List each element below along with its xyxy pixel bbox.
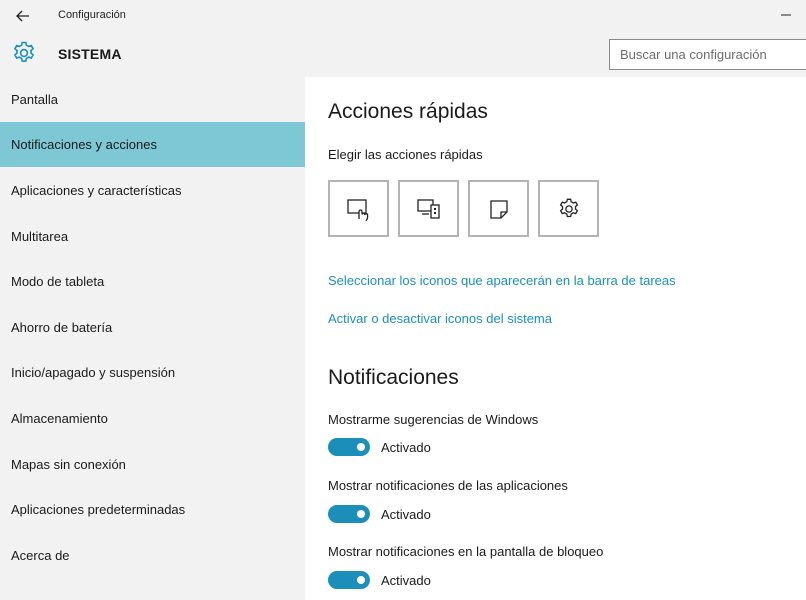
setting-row-lock-screen-notifications: Activado xyxy=(328,571,431,589)
app-notifications-toggle[interactable] xyxy=(328,505,370,523)
quick-actions-tiles xyxy=(328,180,608,237)
setting-label-windows-tips: Mostrarme sugerencias de Windows xyxy=(328,412,539,427)
sidebar-item-label: Pantalla xyxy=(11,92,58,107)
sidebar-item-aplicaciones-predeterminadas[interactable]: Aplicaciones predeterminadas xyxy=(0,487,305,532)
toggle-state-label: Activado xyxy=(381,506,431,522)
page-header: SISTEMA xyxy=(0,32,806,77)
title-bar: Configuración xyxy=(0,0,806,32)
sidebar-item-label: Mapas sin conexión xyxy=(11,457,126,472)
sidebar-item-aplicaciones-y-caracteristicas[interactable]: Aplicaciones y características xyxy=(0,168,305,213)
quick-action-note[interactable] xyxy=(468,180,529,237)
sidebar-item-label: Almacenamiento xyxy=(11,411,108,426)
sidebar-item-label: Ahorro de batería xyxy=(11,320,113,335)
sidebar-item-label: Aplicaciones predeterminadas xyxy=(11,502,186,517)
connect-icon xyxy=(416,198,440,219)
sidebar-item-almacenamiento[interactable]: Almacenamiento xyxy=(0,396,305,441)
quick-actions-subheading: Elegir las acciones rápidas xyxy=(328,147,483,162)
sidebar-item-label: Aplicaciones y características xyxy=(11,183,182,198)
back-arrow-icon xyxy=(16,10,29,22)
search-input[interactable] xyxy=(620,47,806,62)
sidebar-item-mapas-sin-conexion[interactable]: Mapas sin conexión xyxy=(0,442,305,487)
sidebar-item-acerca-de[interactable]: Acerca de xyxy=(0,533,305,578)
toggle-knob xyxy=(357,576,365,584)
setting-label-lock-screen-notifications: Mostrar notificaciones en la pantalla de… xyxy=(328,544,604,559)
sidebar-item-label: Notificaciones y acciones xyxy=(11,137,157,152)
sidebar-item-inicio-apagado[interactable]: Inicio/apagado y suspensión xyxy=(0,350,305,395)
sidebar: Pantalla Notificaciones y acciones Aplic… xyxy=(0,77,305,600)
settings-icon xyxy=(559,198,578,217)
quick-action-connect[interactable] xyxy=(398,180,459,237)
sidebar-item-notificaciones-y-acciones[interactable]: Notificaciones y acciones xyxy=(0,122,305,167)
lock-screen-notifications-toggle[interactable] xyxy=(328,571,370,589)
quick-action-tablet-mode[interactable] xyxy=(328,180,389,237)
page-title: SISTEMA xyxy=(58,46,122,62)
sidebar-item-label: Acerca de xyxy=(11,548,70,563)
system-icons-link[interactable]: Activar o desactivar iconos del sistema xyxy=(328,311,552,326)
note-icon xyxy=(489,199,508,219)
sidebar-item-pantalla[interactable]: Pantalla xyxy=(0,77,305,122)
sidebar-item-label: Multitarea xyxy=(11,229,69,244)
quick-actions-heading: Acciones rápidas xyxy=(328,100,488,123)
gear-icon xyxy=(11,40,37,66)
minimize-button[interactable] xyxy=(766,4,806,26)
toggle-knob xyxy=(357,443,365,451)
toggle-knob xyxy=(357,510,365,518)
taskbar-icons-link[interactable]: Seleccionar los iconos que aparecerán en… xyxy=(328,273,676,288)
sidebar-item-modo-de-tableta[interactable]: Modo de tableta xyxy=(0,259,305,304)
back-button[interactable] xyxy=(10,5,36,27)
sidebar-item-label: Modo de tableta xyxy=(11,274,105,289)
tablet-mode-icon xyxy=(346,198,368,221)
quick-action-settings[interactable] xyxy=(538,180,599,237)
sidebar-item-ahorro-de-bateria[interactable]: Ahorro de batería xyxy=(0,305,305,350)
setting-row-app-notifications: Activado xyxy=(328,505,431,523)
sidebar-item-multitarea[interactable]: Multitarea xyxy=(0,214,305,259)
app-title: Configuración xyxy=(58,9,126,21)
setting-label-app-notifications: Mostrar notificaciones de las aplicacion… xyxy=(328,478,568,493)
sidebar-item-label: Inicio/apagado y suspensión xyxy=(11,365,176,380)
toggle-state-label: Activado xyxy=(381,439,431,455)
notifications-heading: Notificaciones xyxy=(328,366,459,389)
toggle-state-label: Activado xyxy=(381,572,431,588)
search-box[interactable] xyxy=(609,39,806,70)
windows-tips-toggle[interactable] xyxy=(328,438,370,456)
minimize-icon xyxy=(781,14,791,16)
setting-row-windows-tips: Activado xyxy=(328,438,431,456)
main-content: Acciones rápidas Elegir las acciones ráp… xyxy=(305,77,806,600)
